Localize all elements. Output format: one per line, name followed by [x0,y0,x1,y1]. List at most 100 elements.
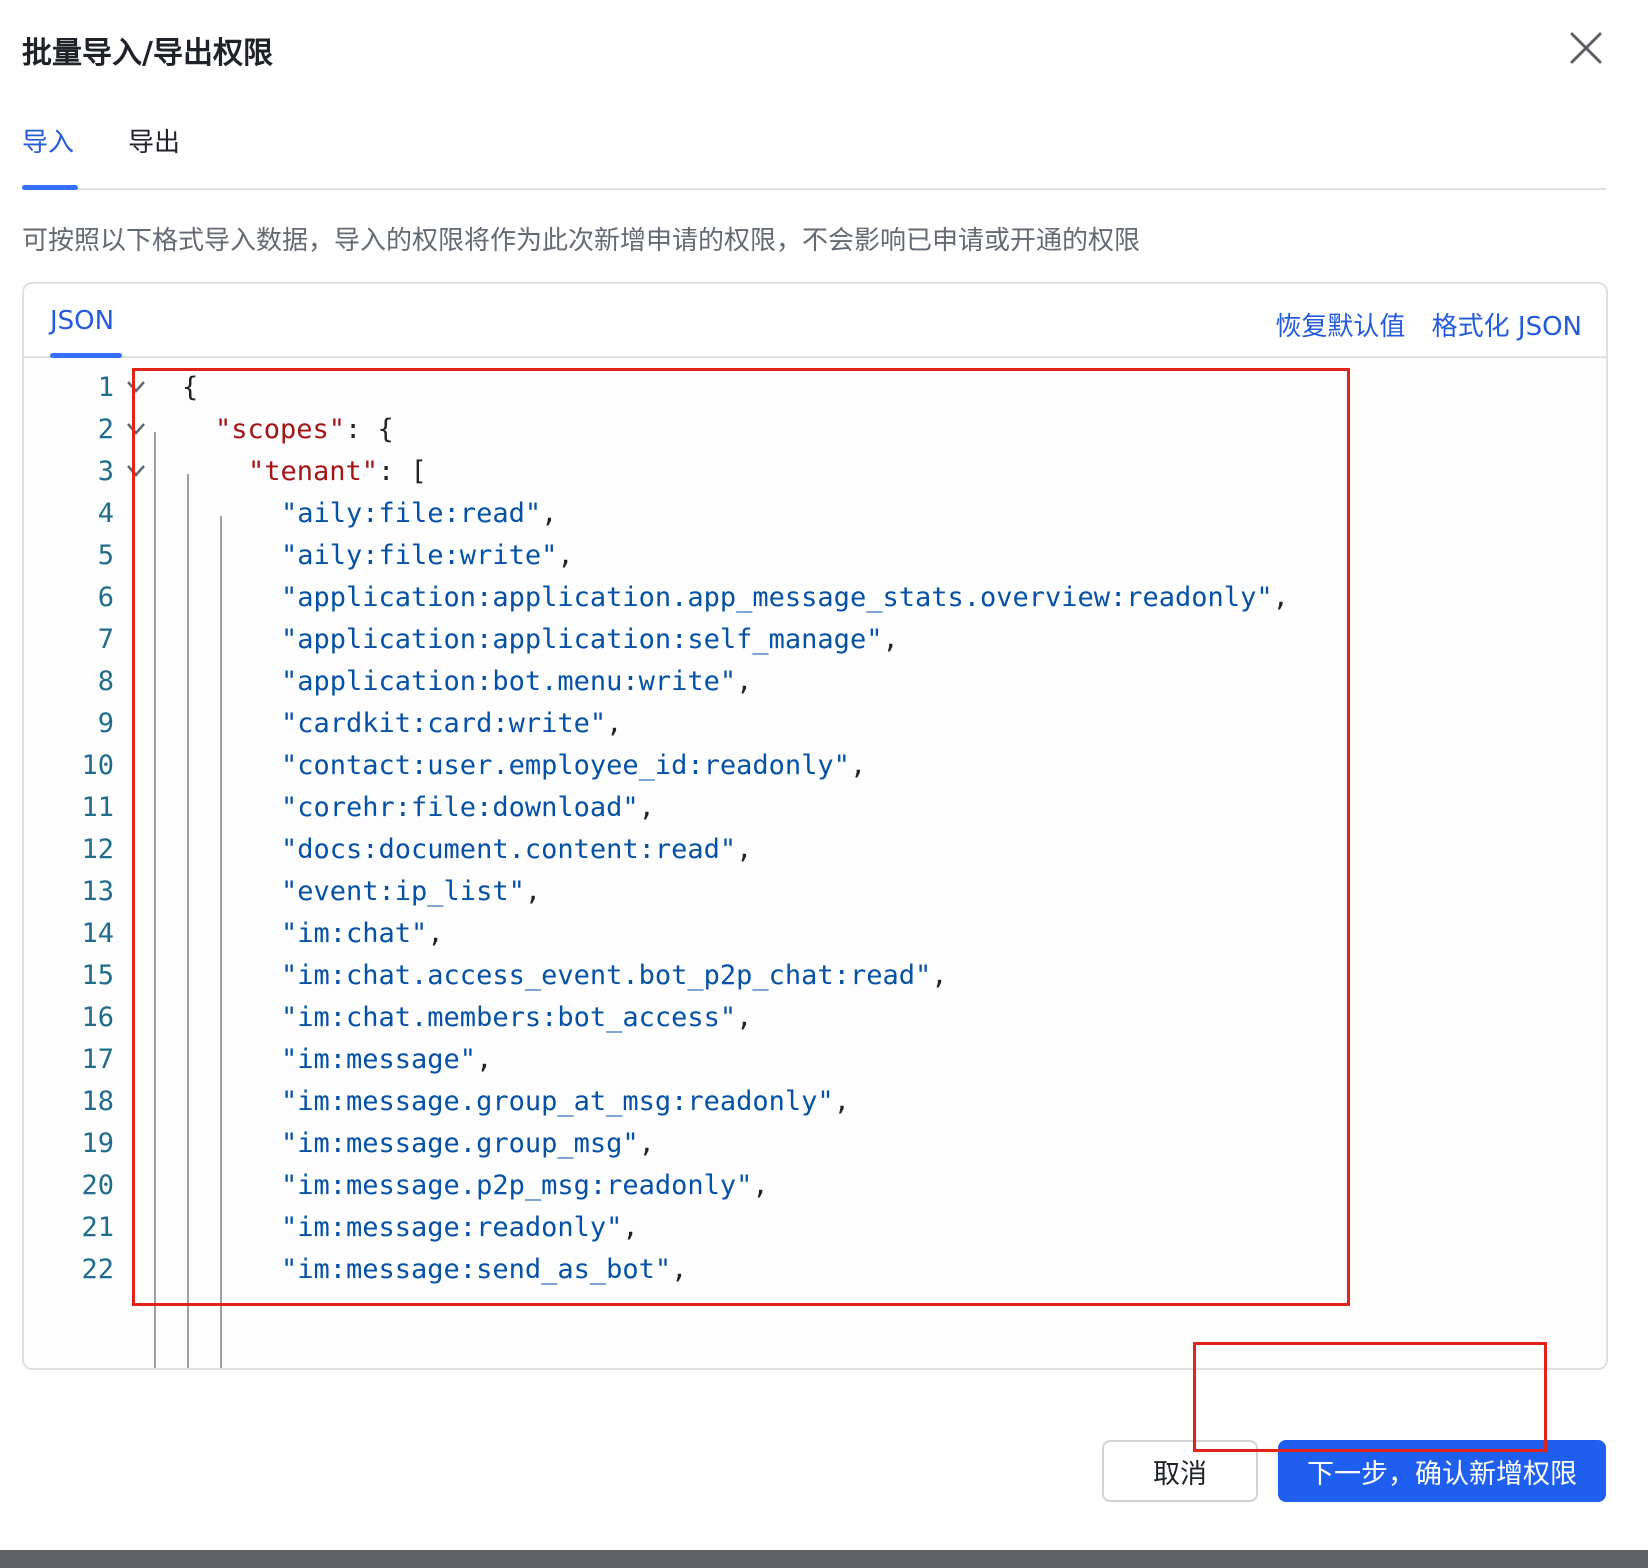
json-punctuation: , [1272,582,1289,613]
code-line: 3 "tenant": [ [24,450,1606,494]
line-number: 11 [81,792,114,823]
line-number: 4 [97,498,114,529]
restore-default-link[interactable]: 恢复默认值 [1275,312,1405,342]
code-line: 17 "im:message", [24,1038,1606,1082]
json-string: "application:application.app_message_sta… [281,582,1273,613]
code-line: 6 "application:application.app_message_st… [24,576,1606,620]
tab-json-label: JSON [50,306,115,336]
code-line: 15 "im:chat.access_event.bot_p2p_chat:rea… [24,954,1606,998]
code-text: "docs:document.content:read", [281,828,752,872]
json-string: "im:chat" [281,918,428,949]
dialog-title: 批量导入/导出权限 [22,36,273,71]
code-line: 9 "cardkit:card:write", [24,702,1606,746]
json-string: "im:message.group_at_msg:readonly" [281,1086,834,1117]
code-line: 14 "im:chat", [24,912,1606,956]
line-number: 6 [97,582,114,613]
json-string: "im:message:send_as_bot" [281,1254,672,1285]
code-editor[interactable]: 1{2 "scopes": {3 "tenant": [4 "aily:file:re… [24,358,1606,1368]
line-number: 13 [81,876,114,907]
code-text: "im:message.group_at_msg:readonly", [281,1080,850,1124]
json-string: "im:message:readonly" [281,1212,623,1243]
code-text: "im:message.p2p_msg:readonly", [281,1164,769,1208]
code-text: "im:message", [281,1038,492,1082]
tab-import-label: 导入 [22,128,75,158]
line-number: 14 [81,918,114,949]
json-string: "cardkit:card:write" [281,708,607,739]
chevron-down-icon[interactable] [124,408,148,452]
json-string: "aily:file:write" [281,540,558,571]
code-text: "im:message:send_as_bot", [281,1248,687,1292]
json-punctuation: , [833,1086,850,1117]
code-line: 1{ [24,366,1606,410]
json-key: "scopes" [215,414,346,445]
code-text: "corehr:file:download", [281,786,655,830]
json-string: "aily:file:read" [281,498,542,529]
code-line: 7 "application:application:self_manage", [24,618,1606,662]
json-editor-card: JSON 恢复默认值 格式化 JSON 1{2 "scopes": {3 "tena… [22,282,1608,1370]
json-punctuation: , [736,834,753,865]
format-json-link[interactable]: 格式化 JSON [1432,312,1582,342]
line-number: 9 [97,708,114,739]
code-line: 10 "contact:user.employee_id:readonly", [24,744,1606,788]
json-string: "im:chat.access_event.bot_p2p_chat:read" [281,960,932,991]
line-number: 5 [97,540,114,571]
json-punctuation: : { [345,414,394,445]
line-number: 8 [97,666,114,697]
code-line: 12 "docs:document.content:read", [24,828,1606,872]
json-string: "event:ip_list" [281,876,525,907]
tab-import[interactable]: 导入 [22,122,74,159]
editor-header: JSON 恢复默认值 格式化 JSON [24,284,1606,358]
code-line: 8 "application:bot.menu:write", [24,660,1606,704]
json-string: "contact:user.employee_id:readonly" [281,750,850,781]
import-description: 可按照以下格式导入数据，导入的权限将作为此次新增申请的权限，不会影响已申请或开通… [22,226,1141,256]
code-text: "im:chat", [281,912,444,956]
code-text: "aily:file:read", [281,492,557,536]
code-line: 21 "im:message:readonly", [24,1206,1606,1250]
json-string: "docs:document.content:read" [281,834,737,865]
code-text: "cardkit:card:write", [281,702,622,746]
code-text: "im:message.group_msg", [281,1122,655,1166]
code-line: 20 "im:message.p2p_msg:readonly", [24,1164,1606,1208]
code-text: "im:chat.access_event.bot_p2p_chat:read"… [281,954,947,998]
code-text: "application:application.app_message_sta… [281,576,1289,620]
code-line: 22 "im:message:send_as_bot", [24,1248,1606,1292]
json-string: "im:chat.members:bot_access" [281,1002,737,1033]
code-line: 5 "aily:file:write", [24,534,1606,578]
line-number: 3 [97,456,114,487]
chevron-down-icon[interactable] [124,366,148,410]
close-icon[interactable] [1568,30,1604,66]
json-string: "corehr:file:download" [281,792,639,823]
code-line: 16 "im:chat.members:bot_access", [24,996,1606,1040]
tab-bar: 导入 导出 [22,110,1606,190]
code-text: "contact:user.employee_id:readonly", [281,744,866,788]
tab-export[interactable]: 导出 [128,122,180,159]
line-number: 17 [81,1044,114,1075]
json-punctuation: , [736,666,753,697]
tab-export-label: 导出 [128,128,181,158]
chevron-down-icon[interactable] [124,450,148,494]
json-punctuation: , [752,1170,769,1201]
json-punctuation: , [638,792,655,823]
json-punctuation: : [ [378,456,427,487]
json-punctuation: , [524,876,542,907]
line-number: 12 [81,834,114,865]
line-number: 20 [81,1170,114,1201]
code-line: 18 "im:message.group_at_msg:readonly", [24,1080,1606,1124]
line-number: 22 [81,1254,114,1285]
code-line: 11 "corehr:file:download", [24,786,1606,830]
next-step-button-label: 下一步，确认新增权限 [1307,1458,1577,1490]
code-text: "application:application:self_manage", [281,618,899,662]
json-string: "im:message.group_msg" [281,1128,639,1159]
json-punctuation: , [476,1044,493,1075]
json-punctuation: , [849,750,867,781]
json-punctuation: , [622,1212,639,1243]
code-text: "tenant": [ [248,450,427,494]
json-punctuation: , [736,1002,753,1033]
code-text: "im:chat.members:bot_access", [281,996,752,1040]
bottom-bar [0,1550,1648,1568]
code-line: 4 "aily:file:read", [24,492,1606,536]
code-text: "scopes": { [215,408,394,452]
next-step-button[interactable]: 下一步，确认新增权限 [1278,1440,1606,1502]
tab-json[interactable]: JSON [50,306,114,336]
cancel-button[interactable]: 取消 [1102,1440,1258,1502]
